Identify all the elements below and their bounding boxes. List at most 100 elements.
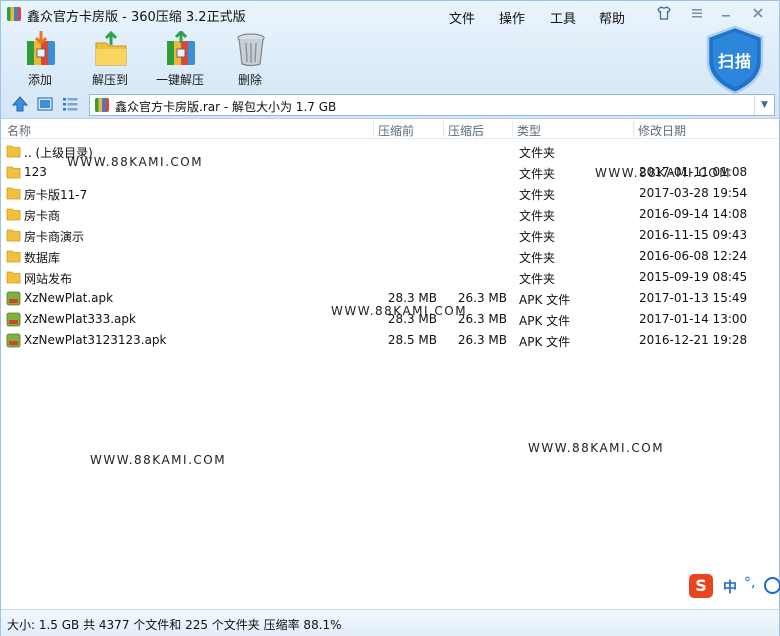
extract-to-label: 解压到 [91, 73, 128, 87]
watermark-text: WWW.88KAMI.COM [90, 453, 227, 467]
file-type: 文件夹 [519, 146, 556, 160]
file-modified-date: 2017-03-28 19:54 [639, 186, 748, 200]
menu-file[interactable]: 文件 [449, 6, 475, 29]
column-divider[interactable] [512, 121, 513, 137]
file-row[interactable]: 房卡商演示 文件夹 2016-11-15 09:43 [1, 225, 779, 246]
file-name: 123 [24, 165, 47, 179]
delete-button[interactable]: 删除 [215, 31, 285, 89]
one-click-extract-label: 一键解压 [155, 73, 204, 87]
watermark-text: WWW.88KAMI.COM [67, 155, 204, 169]
close-icon[interactable] [746, 5, 770, 21]
one-click-extract-icon [167, 31, 195, 65]
toolbar-area: 鑫众官方卡房版 - 360压缩 3.2正式版 文件 操作 工具 帮助 添加 解压… [1, 1, 779, 119]
watermark-text: WWW.88KAMI.COM [528, 441, 665, 455]
menu-lines-icon[interactable] [685, 5, 709, 21]
ime-punctuation-toggle[interactable]: °, [744, 575, 755, 591]
folder-icon [6, 250, 21, 263]
watermark-text: WWW.88KAMI.COM [331, 304, 468, 318]
file-type: 文件夹 [519, 188, 556, 202]
menu-tools[interactable]: 工具 [550, 6, 576, 29]
apk-icon [6, 312, 21, 327]
file-type: 文件夹 [519, 272, 556, 286]
folder-icon [6, 229, 21, 242]
file-row[interactable]: XzNewPlat3123123.apk 28.5 MB 26.3 MB APK… [1, 330, 779, 351]
column-header-modified[interactable]: 修改日期 [638, 122, 686, 139]
archive-icon [95, 98, 109, 112]
status-bar: 大小: 1.5 GB 共 4377 个文件和 225 个文件夹 压缩率 88.1… [1, 609, 779, 636]
file-row[interactable]: 房卡商 文件夹 2016-09-14 14:08 [1, 204, 779, 225]
sogou-logo-icon[interactable]: S [689, 574, 713, 598]
column-divider[interactable] [633, 121, 634, 137]
title-bar: 鑫众官方卡房版 - 360压缩 3.2正式版 文件 操作 工具 帮助 [1, 1, 779, 27]
thumbnail-view-icon[interactable] [37, 96, 53, 112]
folder-icon [6, 166, 21, 179]
add-archive-icon [27, 31, 55, 65]
folder-icon [6, 208, 21, 221]
folder-up-icon [6, 145, 21, 158]
archive-window: 鑫众官方卡房版 - 360压缩 3.2正式版 文件 操作 工具 帮助 添加 解压… [0, 0, 780, 636]
file-modified-date: 2016-11-15 09:43 [639, 228, 748, 242]
add-label: 添加 [27, 73, 52, 87]
app-icon [7, 7, 21, 21]
chevron-down-icon[interactable]: ▼ [754, 95, 774, 115]
file-modified-date: 2016-12-21 19:28 [639, 333, 748, 347]
address-path: 鑫众官方卡房版.rar - 解包大小为 1.7 GB [115, 100, 337, 114]
window-title: 鑫众官方卡房版 - 360压缩 3.2正式版 [27, 10, 246, 25]
menu-operate[interactable]: 操作 [499, 6, 525, 29]
file-name: 房卡商 [24, 209, 61, 223]
file-type: APK 文件 [519, 293, 571, 307]
file-type: 文件夹 [519, 167, 556, 181]
file-row[interactable]: 数据库 文件夹 2016-06-08 12:24 [1, 246, 779, 267]
scan-button[interactable]: 扫描 [704, 25, 766, 95]
column-header-uncompressed[interactable]: 压缩后 [448, 122, 484, 139]
address-bar[interactable]: 鑫众官方卡房版.rar - 解包大小为 1.7 GB ▼ [89, 94, 775, 116]
folder-icon [6, 187, 21, 200]
skin-shirt-icon[interactable] [652, 5, 676, 21]
extract-to-button[interactable]: 解压到 [75, 31, 145, 89]
up-arrow-icon[interactable] [11, 95, 29, 113]
file-uncompressed-size: 26.3 MB [457, 291, 507, 305]
column-header-type[interactable]: 类型 [517, 122, 541, 139]
file-name: 房卡版11-7 [24, 188, 88, 202]
column-header-name[interactable]: 名称 [7, 122, 31, 139]
file-name: 数据库 [24, 251, 61, 265]
column-divider[interactable] [373, 121, 374, 137]
apk-icon [6, 333, 21, 348]
file-type: 文件夹 [519, 230, 556, 244]
file-name: 房卡商演示 [24, 230, 85, 244]
file-type: APK 文件 [519, 314, 571, 328]
file-row[interactable]: 房卡版11-7 文件夹 2017-03-28 19:54 [1, 183, 779, 204]
delete-label: 删除 [237, 73, 262, 87]
navigation-row: 鑫众官方卡房版.rar - 解包大小为 1.7 GB ▼ [1, 92, 779, 118]
file-uncompressed-size: 26.3 MB [457, 333, 507, 347]
list-view-icon[interactable] [62, 96, 78, 112]
file-modified-date: 2017-01-14 13:00 [639, 312, 748, 326]
file-list-header: 名称 压缩前 压缩后 类型 修改日期 [1, 119, 779, 139]
file-type: 文件夹 [519, 209, 556, 223]
scan-label: 扫描 [717, 52, 752, 71]
file-modified-date: 2016-09-14 14:08 [639, 207, 748, 221]
column-header-compressed[interactable]: 压缩前 [378, 122, 414, 139]
watermark-text: WWW.88KAMI.COM [595, 166, 732, 180]
apk-icon [6, 291, 21, 306]
extract-folder-icon [95, 31, 127, 66]
file-modified-date: 2016-06-08 12:24 [639, 249, 748, 263]
one-click-extract-button[interactable]: 一键解压 [145, 31, 215, 89]
ime-language-toggle[interactable]: 中 [723, 577, 737, 597]
file-name: 网站发布 [24, 272, 73, 286]
file-name: XzNewPlat3123123.apk [24, 333, 167, 347]
folder-icon [6, 271, 21, 284]
file-row[interactable]: 网站发布 文件夹 2015-09-19 08:45 [1, 267, 779, 288]
status-text: 大小: 1.5 GB 共 4377 个文件和 225 个文件夹 压缩率 88.1… [7, 618, 342, 632]
menu-help[interactable]: 帮助 [599, 6, 625, 29]
emoji-icon[interactable] [764, 577, 780, 594]
file-name: XzNewPlat.apk [24, 291, 114, 305]
file-type: 文件夹 [519, 251, 556, 265]
add-button[interactable]: 添加 [5, 31, 75, 89]
column-divider[interactable] [443, 121, 444, 137]
minimize-icon[interactable] [714, 5, 738, 21]
file-name: XzNewPlat333.apk [24, 312, 136, 326]
file-type: APK 文件 [519, 335, 571, 349]
file-modified-date: 2015-09-19 08:45 [639, 270, 748, 284]
file-modified-date: 2017-01-13 15:49 [639, 291, 748, 305]
